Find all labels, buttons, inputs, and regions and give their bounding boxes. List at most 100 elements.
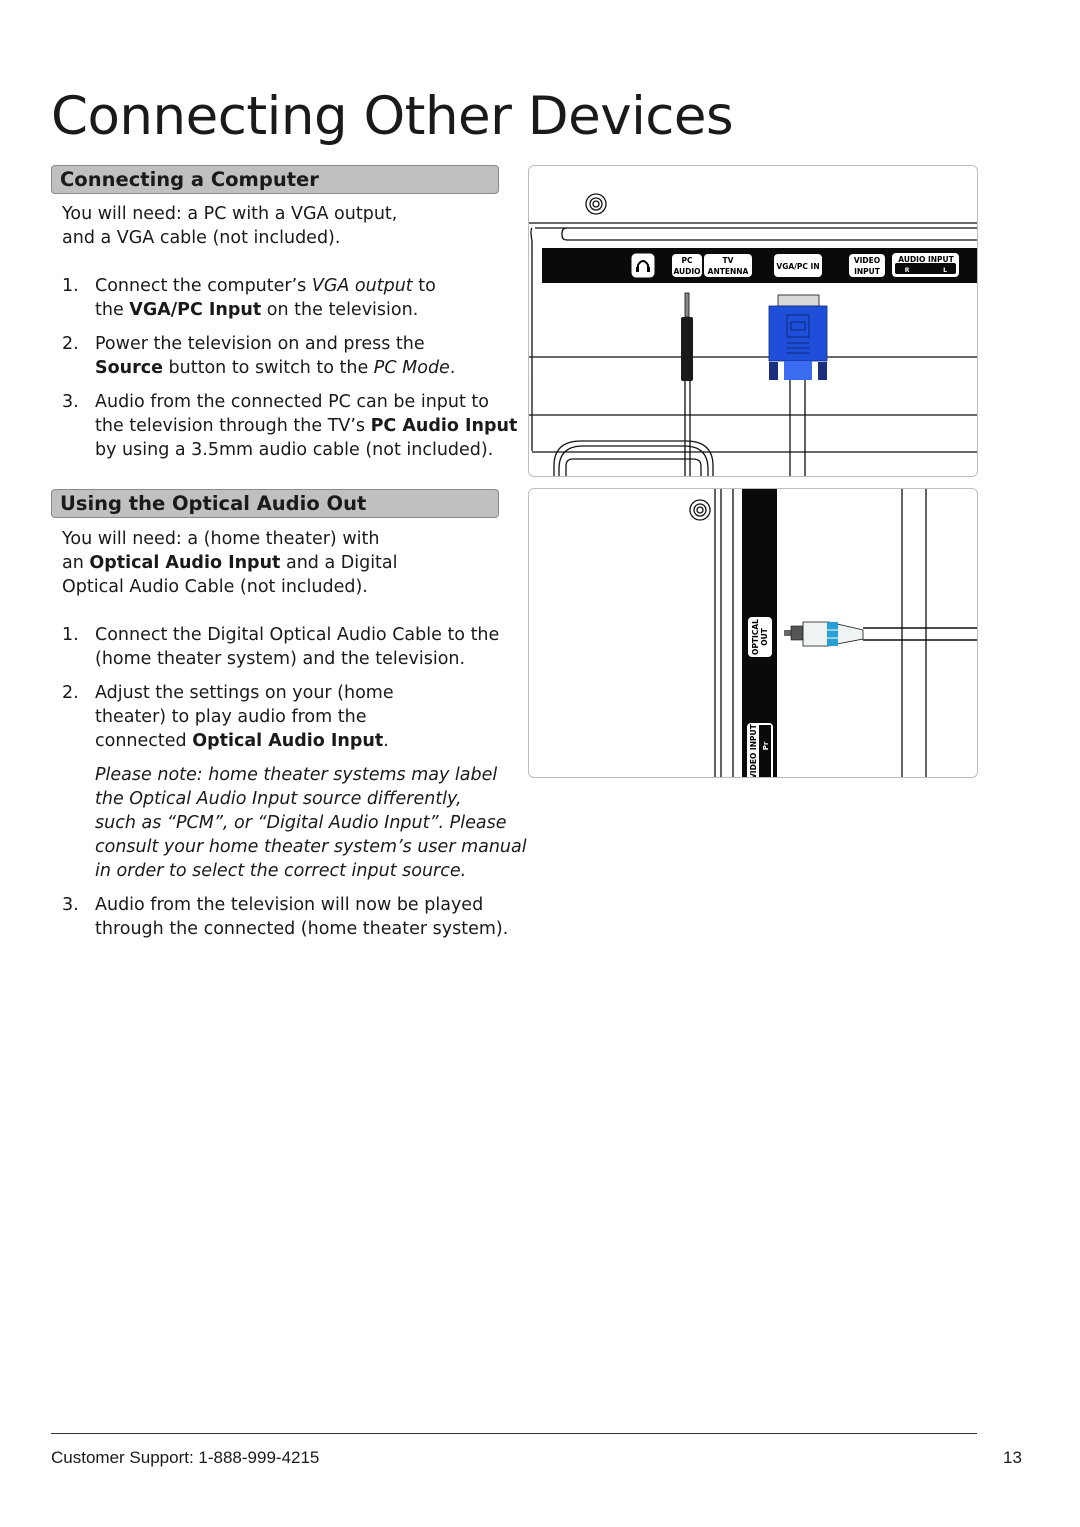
port-label-r: R bbox=[905, 267, 910, 274]
port-label-audio-input: AUDIO INPUT bbox=[898, 255, 954, 264]
text-segment: and a Digital bbox=[280, 553, 398, 573]
italic-text: consult your home theater system’s user … bbox=[95, 837, 527, 857]
italic-text: PC Mode bbox=[373, 358, 450, 378]
text-segment: through the connected (home theater syst… bbox=[95, 919, 509, 939]
text-segment: Connect the Digital Optical Audio Cable … bbox=[95, 625, 500, 645]
port-label-optical-out: OPTICAL bbox=[751, 619, 760, 655]
list-number: 3. bbox=[62, 895, 79, 915]
customer-support: Customer Support: 1-888-999-4215 bbox=[51, 1448, 320, 1467]
computer-connection-diagram: PC AUDIO TV ANTENNA VGA/PC IN VIDEO INPU… bbox=[528, 165, 978, 477]
text-segment: Audio from the connected PC can be input… bbox=[95, 392, 489, 412]
text-line: such as “PCM”, or “Digital Audio Input”.… bbox=[95, 811, 507, 835]
port-label-l: L bbox=[943, 267, 947, 274]
list-item: 2. Adjust the settings on your (home theat… bbox=[62, 681, 507, 753]
text-line: Audio from the connected PC can be input… bbox=[95, 390, 507, 414]
intro-paragraph: You will need: a (home theater) with an O… bbox=[62, 527, 507, 599]
text-segment: You will need: a (home theater) with bbox=[62, 529, 380, 549]
text-segment: (home theater system) and the television… bbox=[95, 649, 466, 669]
footer-divider bbox=[51, 1433, 977, 1434]
bold-text: Source bbox=[95, 358, 163, 378]
list-number: 1. bbox=[62, 276, 79, 296]
text-segment: an bbox=[62, 553, 90, 573]
italic-text: VGA output bbox=[311, 276, 413, 296]
italic-text: such as “PCM”, or “Digital Audio Input”.… bbox=[95, 813, 507, 833]
bold-text: PC Audio Input bbox=[370, 416, 518, 436]
list-item: 2. Power the television on and press the S… bbox=[62, 332, 507, 380]
port-label-video-input: VIDEO bbox=[854, 256, 880, 265]
text-line: the television through the TV’s PC Audio… bbox=[95, 414, 517, 438]
text-line: by using a 3.5mm audio cable (not includ… bbox=[95, 438, 507, 462]
section-heading-computer: Connecting a Computer bbox=[51, 165, 499, 194]
screw-icon bbox=[585, 193, 607, 215]
headphones-icon bbox=[631, 253, 655, 278]
text-segment: the bbox=[95, 300, 130, 320]
list-item: 3. Audio from the connected PC can be inp… bbox=[62, 390, 517, 462]
page-title: Connecting Other Devices bbox=[51, 86, 734, 147]
text-segment: Connect the computer’s bbox=[95, 276, 312, 296]
text-line: Power the television on and press the bbox=[95, 332, 507, 356]
port-label-tv-antenna: TV bbox=[723, 256, 734, 265]
text-segment: Optical Audio Cable (not included). bbox=[62, 577, 368, 597]
section-computer-body: You will need: a PC with a VGA output, an… bbox=[62, 202, 517, 462]
list-number: 1. bbox=[62, 625, 79, 645]
list-number: 2. bbox=[62, 683, 79, 703]
text-line: theater) to play audio from the bbox=[95, 705, 507, 729]
text-segment: You will need: a PC with a VGA output, bbox=[62, 204, 398, 224]
text-line: Connect the Digital Optical Audio Cable … bbox=[95, 623, 507, 647]
note-paragraph: Please note: home theater systems may la… bbox=[62, 763, 527, 883]
text-segment: on the television. bbox=[261, 300, 419, 320]
bold-text: VGA/PC Input bbox=[129, 300, 262, 320]
section-heading-text: Using the Optical Audio Out bbox=[60, 492, 367, 515]
list-item: 1. Connect the Digital Optical Audio Cabl… bbox=[62, 623, 507, 671]
optical-connection-diagram: OPTICAL OUT VIDEO INPUT Pr bbox=[528, 488, 978, 778]
text-line: an Optical Audio Input and a Digital bbox=[62, 551, 507, 575]
port-label-video-input: VIDEO INPUT bbox=[749, 723, 758, 778]
audio-jack-cable bbox=[681, 292, 693, 476]
text-line: in order to select the correct input sou… bbox=[95, 859, 507, 883]
text-line: Adjust the settings on your (home bbox=[95, 681, 507, 705]
text-segment: connected bbox=[95, 731, 193, 751]
italic-text: the Optical Audio Input source different… bbox=[95, 789, 462, 809]
text-line: Audio from the television will now be pl… bbox=[95, 893, 507, 917]
text-line: (home theater system) and the television… bbox=[95, 647, 507, 671]
text-line: consult your home theater system’s user … bbox=[95, 835, 527, 859]
port-label-pc-audio: AUDIO bbox=[673, 267, 700, 276]
port-label-optical-out: OUT bbox=[760, 627, 769, 645]
text-segment: to bbox=[412, 276, 436, 296]
vga-connector-cable bbox=[768, 294, 828, 476]
list-number: 3. bbox=[62, 392, 79, 412]
text-line: Source button to switch to the PC Mode. bbox=[95, 356, 507, 380]
page-number: 13 bbox=[1003, 1448, 1022, 1467]
text-segment: Power the television on and press the bbox=[95, 334, 425, 354]
text-line: You will need: a (home theater) with bbox=[62, 527, 507, 551]
text-line: through the connected (home theater syst… bbox=[95, 917, 509, 941]
text-line: the Optical Audio Input source different… bbox=[95, 787, 507, 811]
list-item: 1. Connect the computer’s VGA output to th… bbox=[62, 274, 507, 322]
list-item: 3. Audio from the television will now be … bbox=[62, 893, 509, 941]
text-segment: by using a 3.5mm audio cable (not includ… bbox=[95, 440, 494, 460]
text-line: the VGA/PC Input on the television. bbox=[95, 298, 507, 322]
text-segment: button to switch to the bbox=[162, 358, 374, 378]
section-heading-optical: Using the Optical Audio Out bbox=[51, 489, 499, 518]
port-label-pc-audio: PC bbox=[681, 256, 692, 265]
text-segment: the television through the TV’s bbox=[95, 416, 371, 436]
text-line: and a VGA cable (not included). bbox=[62, 226, 507, 250]
list-number: 2. bbox=[62, 334, 79, 354]
text-line: Please note: home theater systems may la… bbox=[95, 763, 507, 787]
port-label-pr: Pr bbox=[762, 741, 770, 750]
port-label-vga-pc-in: VGA/PC IN bbox=[776, 262, 819, 271]
text-segment: and a VGA cable (not included). bbox=[62, 228, 341, 248]
text-line: Connect the computer’s VGA output to bbox=[95, 274, 507, 298]
intro-paragraph: You will need: a PC with a VGA output, an… bbox=[62, 202, 507, 250]
text-line: connected Optical Audio Input. bbox=[95, 729, 507, 753]
section-heading-text: Connecting a Computer bbox=[60, 168, 319, 191]
bold-text: Optical Audio Input bbox=[192, 731, 384, 751]
text-line: Optical Audio Cable (not included). bbox=[62, 575, 507, 599]
text-segment: Adjust the settings on your (home bbox=[95, 683, 394, 703]
text-segment: . bbox=[449, 358, 456, 378]
italic-text: in order to select the correct input sou… bbox=[95, 861, 467, 881]
optical-cable bbox=[784, 621, 977, 647]
text-segment: . bbox=[383, 731, 389, 751]
port-label-video-input: INPUT bbox=[854, 267, 881, 276]
text-line: You will need: a PC with a VGA output, bbox=[62, 202, 507, 226]
